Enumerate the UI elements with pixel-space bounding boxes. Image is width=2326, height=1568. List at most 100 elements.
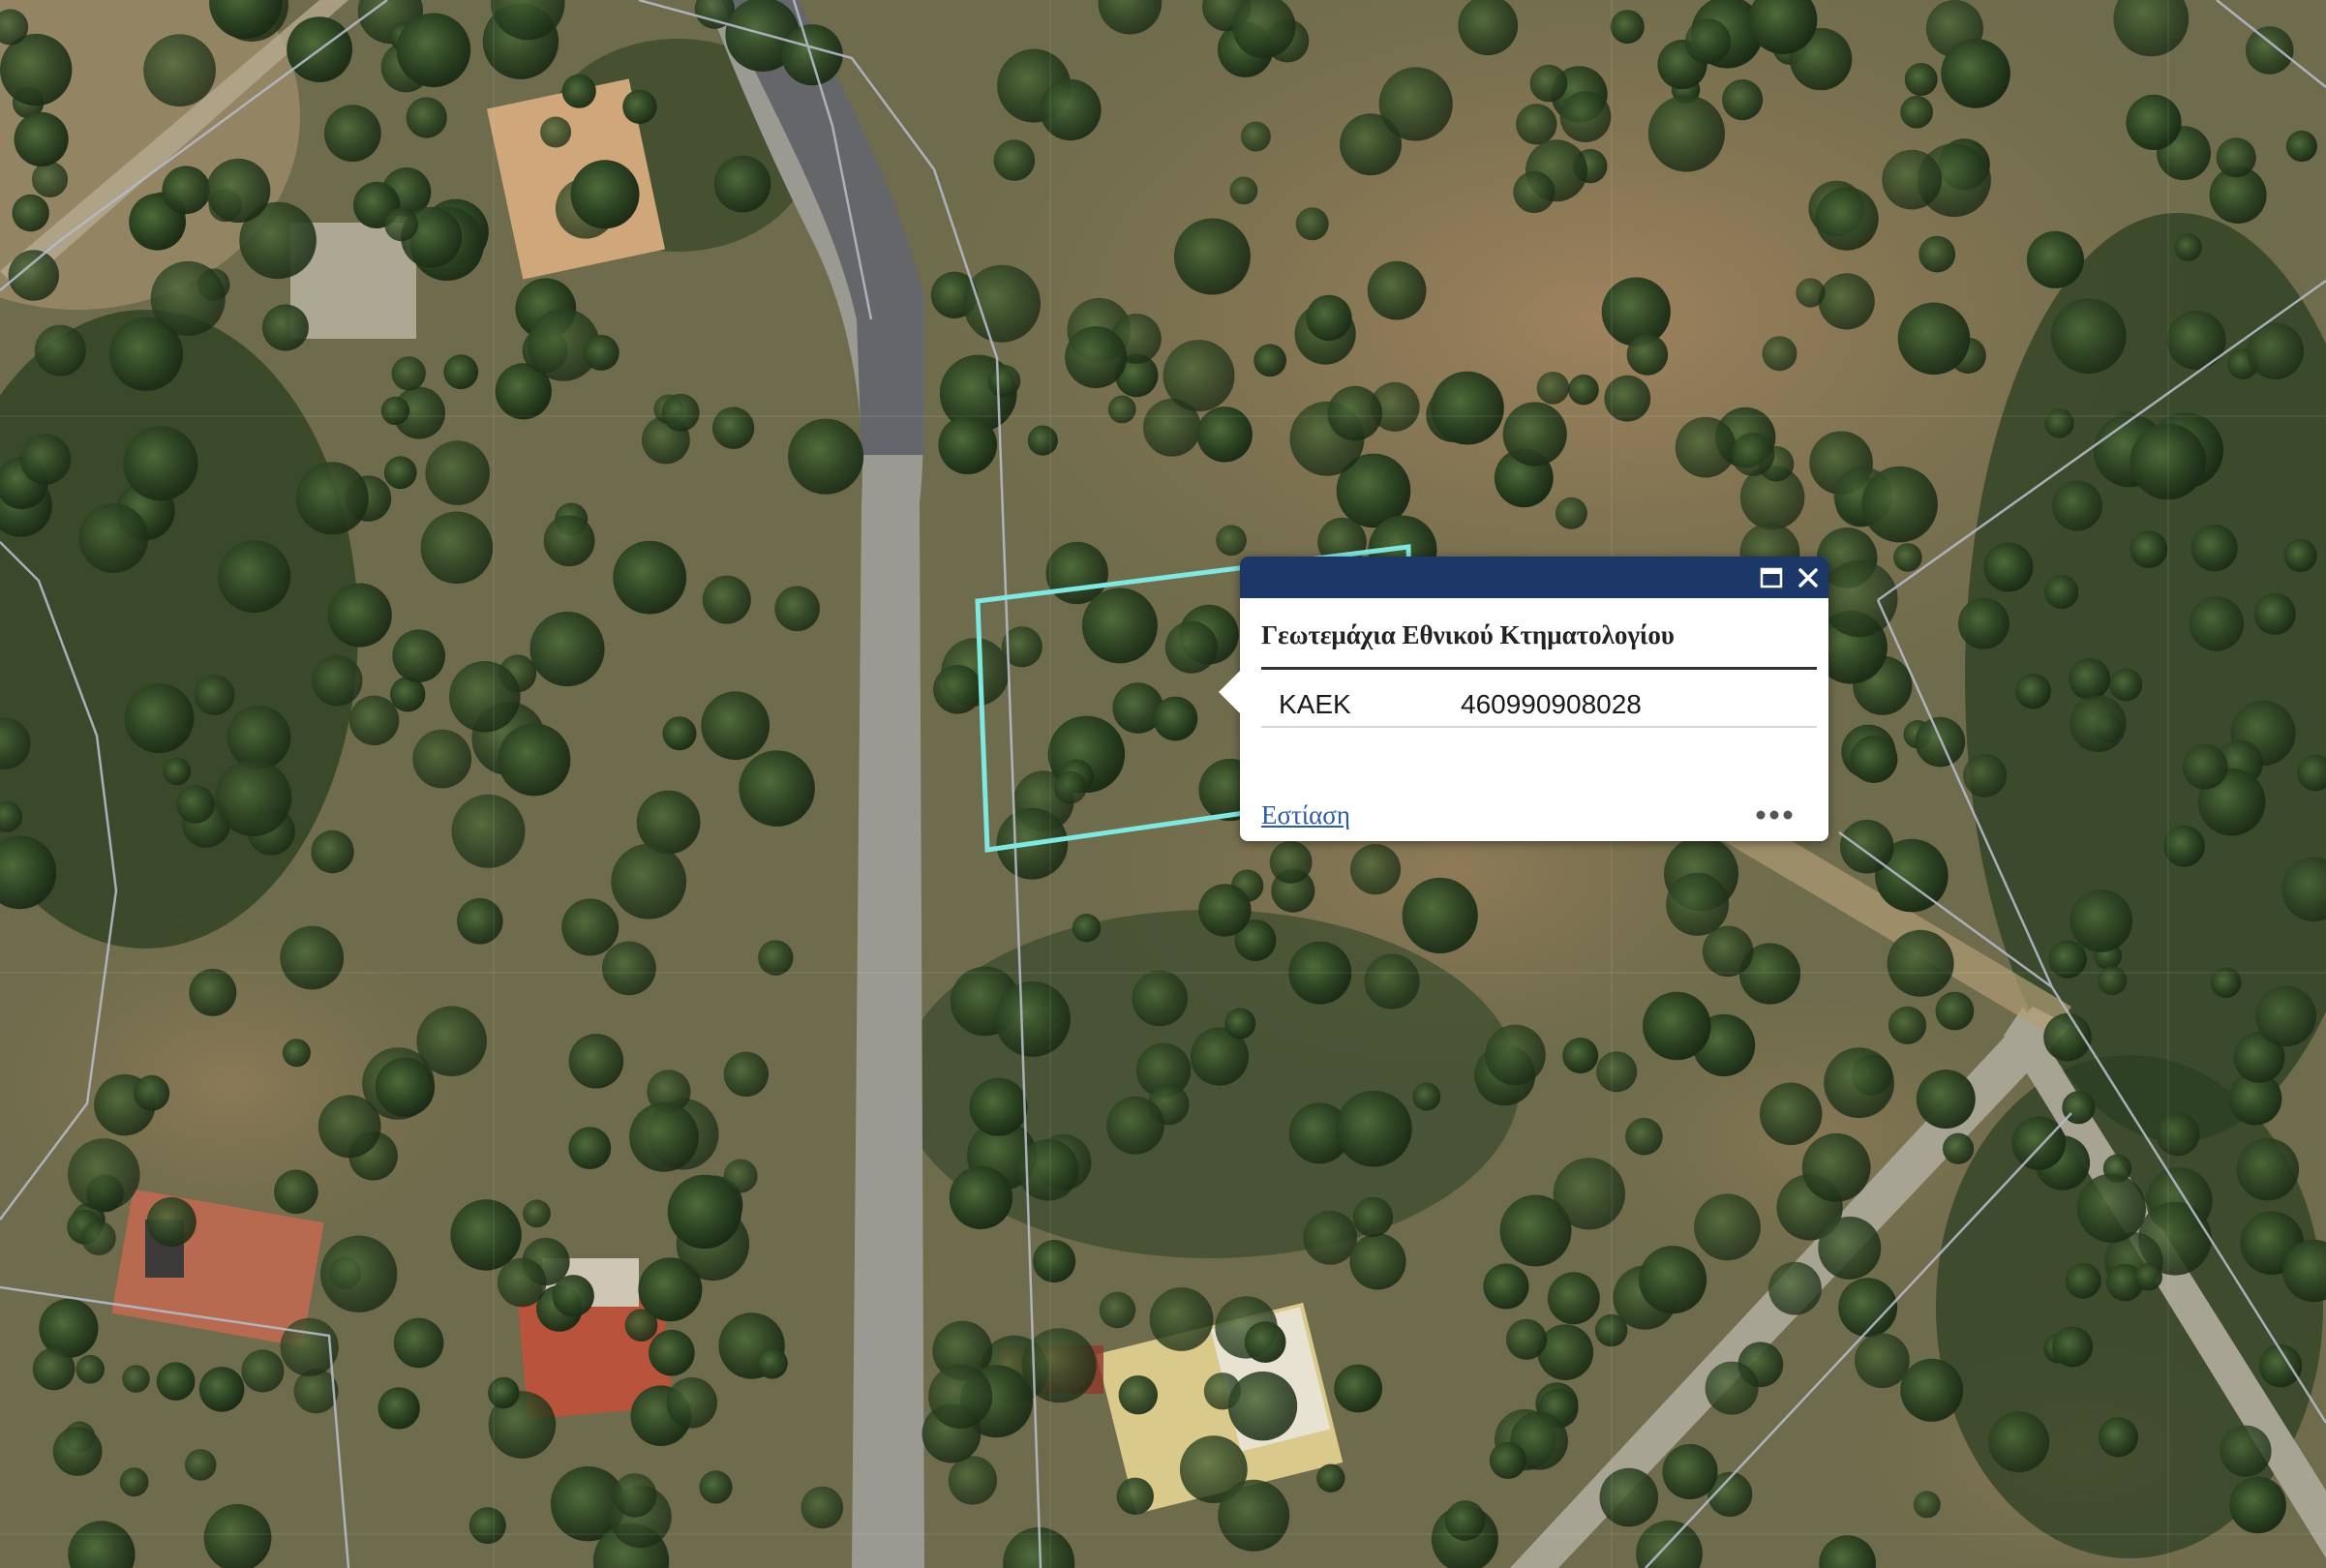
tree-canopy <box>227 706 291 769</box>
tree-canopy <box>543 515 595 567</box>
tree-canopy <box>969 1077 1028 1136</box>
tree-canopy <box>1796 278 1826 308</box>
tree-canopy <box>1132 970 1188 1027</box>
zoom-to-link[interactable]: Εστίαση <box>1261 800 1350 830</box>
tree-canopy <box>81 1221 116 1255</box>
tree-canopy <box>1821 560 1898 638</box>
popup-header <box>1240 557 1828 598</box>
tree-canopy <box>1164 620 1218 674</box>
tree-canopy <box>933 665 982 714</box>
tree-canopy <box>31 161 69 197</box>
tree-canopy <box>613 540 687 615</box>
tree-canopy <box>1759 1082 1823 1146</box>
tree-canopy <box>701 691 770 761</box>
tree-canopy <box>2044 574 2079 610</box>
tree-canopy <box>1625 1117 1663 1156</box>
tree-canopy <box>348 695 400 745</box>
tree-canopy <box>629 1101 699 1172</box>
tree-canopy <box>498 723 571 797</box>
tree-canopy <box>2174 233 2202 261</box>
tree-canopy <box>1033 1239 1076 1283</box>
tree-canopy <box>1529 64 1568 103</box>
tree-canopy <box>1913 1491 1941 1519</box>
maximize-icon[interactable] <box>1757 563 1786 592</box>
tree-canopy <box>1513 170 1556 214</box>
tree-canopy <box>198 1367 245 1412</box>
tree-canopy <box>1861 466 1938 543</box>
tree-canopy <box>78 503 149 573</box>
tree-canopy <box>2044 408 2074 438</box>
tree-canopy <box>1153 696 1198 741</box>
tree-canopy <box>540 116 572 148</box>
tree-canopy <box>1327 385 1382 441</box>
tree-canopy <box>781 24 843 86</box>
tree-canopy <box>1705 1361 1759 1415</box>
tree-canopy <box>713 155 771 213</box>
tree-canopy <box>1106 1096 1164 1155</box>
tree-canopy <box>2229 1476 2286 1534</box>
tree-canopy <box>2069 695 2127 752</box>
tree-canopy <box>274 1169 318 1215</box>
tree-canopy <box>146 1196 196 1248</box>
popup-pointer <box>1219 671 1240 713</box>
tree-canopy <box>2098 965 2128 996</box>
tree-canopy <box>1402 877 1478 954</box>
tree-canopy <box>393 1317 444 1369</box>
tree-canopy <box>613 1473 657 1518</box>
tree-canopy <box>2166 310 2226 371</box>
tree-canopy <box>1943 1132 1975 1164</box>
tree-canopy <box>1610 10 1645 45</box>
tree-canopy <box>570 160 640 229</box>
tree-canopy <box>497 1257 547 1308</box>
tree-canopy <box>1555 497 1587 529</box>
tree-canopy <box>774 586 820 632</box>
close-icon[interactable] <box>1794 563 1823 592</box>
tree-canopy <box>552 1275 594 1317</box>
more-options-icon[interactable] <box>1755 807 1794 823</box>
tree-canopy <box>488 1376 520 1409</box>
tree-canopy <box>2283 538 2317 573</box>
tree-canopy <box>699 1470 733 1504</box>
tree-canopy <box>1483 1263 1529 1310</box>
tree-canopy <box>1505 1318 1548 1360</box>
tree-canopy <box>1053 770 1087 804</box>
tree-canopy <box>317 1095 381 1159</box>
tree-canopy <box>1107 395 1136 424</box>
tree-canopy <box>1731 433 1775 476</box>
tree-canopy <box>2052 480 2102 531</box>
tree-canopy <box>68 1138 140 1211</box>
tree-canopy <box>412 729 472 789</box>
tree-canopy <box>1904 63 1938 96</box>
tree-canopy <box>184 1449 217 1481</box>
tree-canopy <box>1824 1047 1894 1119</box>
tree-canopy <box>52 1427 103 1476</box>
tree-canopy <box>1762 336 1797 372</box>
tree-canopy <box>1431 371 1504 445</box>
tree-canopy <box>568 1127 612 1169</box>
tree-canopy <box>2050 298 2127 374</box>
tree-canopy <box>667 1174 742 1250</box>
tree-canopy <box>443 354 479 390</box>
tree-canopy <box>987 364 1021 398</box>
tree-canopy <box>1888 1006 1927 1044</box>
satellite-imagery[interactable] <box>0 0 2326 1568</box>
tree-canopy <box>2069 890 2133 952</box>
tree-canopy <box>194 675 235 715</box>
tree-canopy <box>2182 743 2228 790</box>
tree-canopy <box>1850 735 1898 783</box>
tree-canopy <box>1316 1463 1345 1493</box>
map-view[interactable] <box>0 0 2326 1568</box>
tree-canopy <box>1900 1358 1964 1422</box>
tree-canopy <box>611 843 687 920</box>
tree-canopy <box>661 393 700 432</box>
tree-canopy <box>1666 872 1730 936</box>
tree-canopy <box>1722 79 1764 121</box>
tree-canopy <box>1702 925 1754 978</box>
tree-canopy <box>280 925 345 990</box>
tree-canopy <box>1444 1500 1486 1541</box>
tree-canopy <box>1224 1008 1256 1040</box>
tree-canopy <box>1887 929 1954 997</box>
tree-canopy <box>1367 260 1427 320</box>
tree-canopy <box>34 324 86 377</box>
tree-canopy <box>1149 1287 1214 1351</box>
